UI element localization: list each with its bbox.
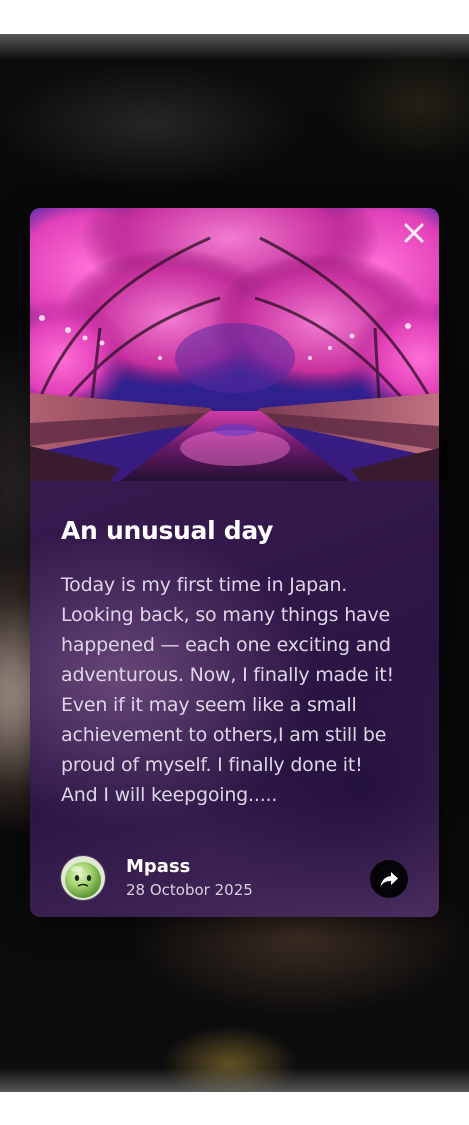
story-line: And I will keepgoing..... <box>61 784 278 806</box>
avatar[interactable] <box>61 856 105 900</box>
story-card: An unusual day Today is my first time in… <box>30 208 439 917</box>
story-line: happened — each one exciting and <box>61 634 391 656</box>
bottom-edge-shadow <box>0 1068 469 1092</box>
story-text: Today is my first time in Japan. Looking… <box>61 570 411 810</box>
share-button[interactable] <box>370 860 408 898</box>
post-date: 28 Octobor 2025 <box>126 881 253 899</box>
story-line: Even if it may seem like a small <box>61 694 357 716</box>
story-line: proud of myself. I finally done it! <box>61 754 363 776</box>
author-footer: Mpass 28 Octobor 2025 <box>61 856 409 902</box>
story-line: Today is my first time in Japan. <box>61 574 348 596</box>
story-line: Looking back, so many things have <box>61 604 391 626</box>
top-edge-shadow <box>0 34 469 60</box>
story-screen: An unusual day Today is my first time in… <box>0 34 469 1092</box>
story-content: An unusual day Today is my first time in… <box>61 514 411 810</box>
author-name: Mpass <box>126 856 191 877</box>
close-icon <box>404 223 424 243</box>
story-line: adventurous. Now, I finally made it! <box>61 664 394 686</box>
share-arrow-icon <box>380 872 398 887</box>
cover-photo <box>30 208 439 481</box>
close-button[interactable] <box>401 220 427 246</box>
story-title: An unusual day <box>61 516 274 545</box>
story-line: achievement to others,I am still be <box>61 724 387 746</box>
green-robot-avatar-icon <box>61 856 105 900</box>
